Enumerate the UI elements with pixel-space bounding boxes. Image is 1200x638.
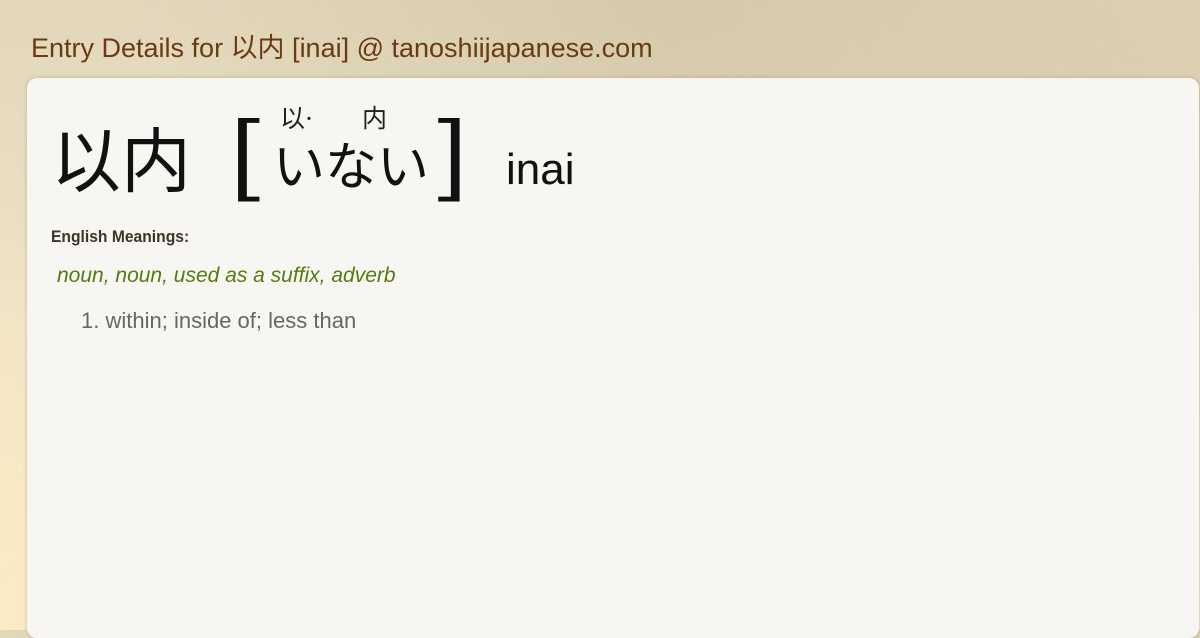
english-meanings-heading: English Meanings: [51,227,190,246]
meaning-item: 1. within; inside of; less than [81,308,356,334]
reading-bracket-open: [ [230,103,267,212]
part-of-speech: noun, noun, used as a suffix, adverb [57,264,396,287]
meaning-number: 1. [81,308,100,333]
reading-bracket-close: ] [431,103,468,212]
meaning-list: 1. within; inside of; less than [81,308,356,334]
entry-reading-kana: いない [273,138,430,198]
entry-panel: 以内 [ 以· 内 いない ] inai English Meanings: n… [27,78,1199,638]
page: { "header": { "title": "Entry Details fo… [0,0,1200,638]
furigana-kanji-1: 以· [280,104,313,133]
furigana-kanji-2: 内 [362,104,388,133]
entry-kanji: 以内 [51,121,191,203]
entry-romaji: inai [506,145,575,194]
meaning-text: within; inside of; less than [105,308,357,333]
page-title: Entry Details for 以内 [inai] @ tanoshiija… [31,33,653,63]
